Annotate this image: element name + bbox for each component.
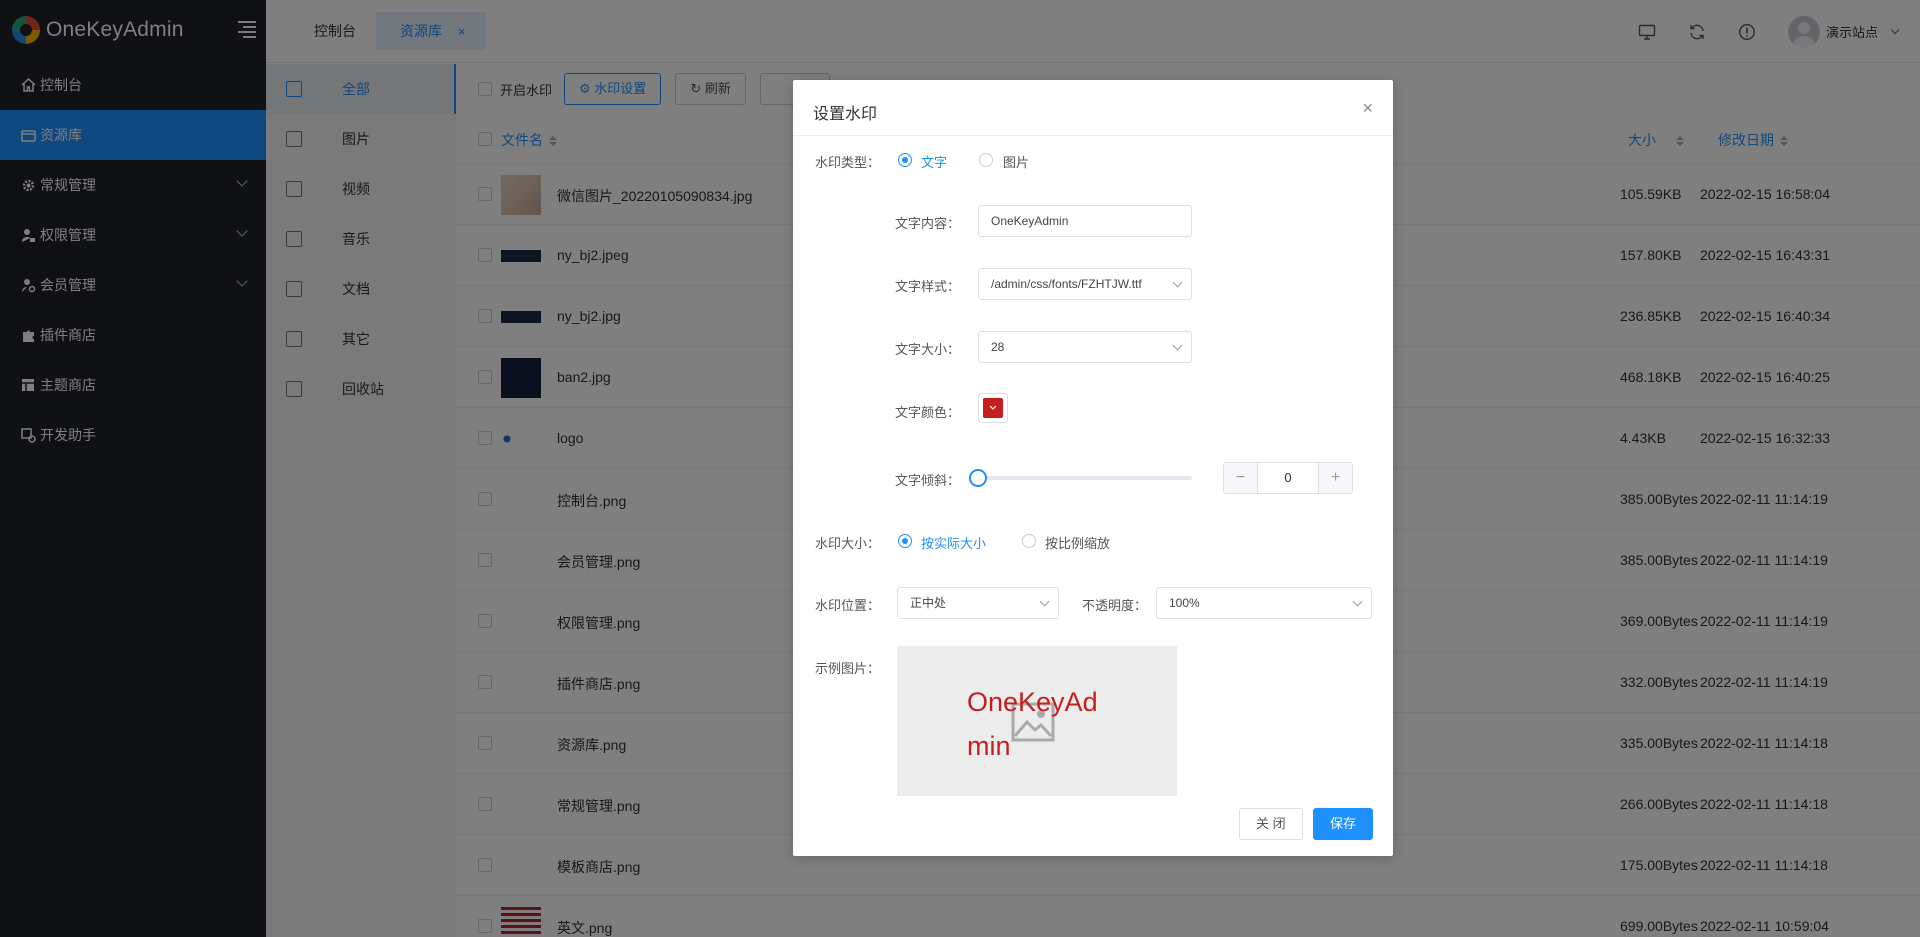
stepper-plus-button[interactable]: + <box>1318 463 1352 493</box>
opacity-label: 不透明度： <box>1082 598 1148 613</box>
chevron-down-icon <box>1352 596 1363 607</box>
text-size-value: 28 <box>991 340 1005 354</box>
save-button[interactable]: 保存 <box>1313 808 1374 840</box>
preview-watermark-text: OneKeyAdmin <box>967 687 1098 761</box>
cancel-button[interactable]: 关 闭 <box>1239 808 1303 840</box>
preview-label: 示例图片： <box>815 661 881 676</box>
text-style-value: /admin/css/fonts/FZHTJW.ttf <box>991 277 1142 291</box>
tilt-value[interactable]: 0 <box>1258 463 1318 493</box>
tilt-slider[interactable] <box>978 476 1192 480</box>
text-content-label: 文字内容： <box>895 216 961 231</box>
close-icon[interactable]: × <box>1362 99 1373 117</box>
dialog-header: 设置水印 × <box>793 80 1393 136</box>
chevron-down-icon <box>989 405 997 410</box>
type-image-radio[interactable] <box>979 153 993 167</box>
size-scale-radio[interactable] <box>1022 534 1036 548</box>
stepper-minus-button[interactable]: − <box>1224 463 1258 493</box>
tilt-stepper: − 0 + <box>1223 462 1353 494</box>
position-select[interactable]: 正中处 <box>897 587 1059 619</box>
tilt-slider-handle[interactable] <box>969 469 987 487</box>
text-size-select[interactable]: 28 <box>978 331 1192 363</box>
text-content-input[interactable]: OneKeyAdmin <box>978 205 1192 237</box>
text-color-label: 文字颜色： <box>895 405 961 420</box>
size-scale-label[interactable]: 按比例缩放 <box>1045 533 1110 552</box>
type-text-label[interactable]: 文字 <box>921 152 947 171</box>
size-actual-radio[interactable] <box>898 534 912 548</box>
text-tilt-label: 文字倾斜： <box>895 473 961 488</box>
type-text-radio[interactable] <box>898 153 912 167</box>
type-image-label[interactable]: 图片 <box>1003 152 1029 171</box>
watermark-size-label: 水印大小： <box>815 536 881 551</box>
watermark-type-label: 水印类型： <box>815 155 881 170</box>
size-actual-label[interactable]: 按实际大小 <box>921 533 986 552</box>
position-label: 水印位置： <box>815 598 881 613</box>
chevron-down-icon <box>1172 277 1183 288</box>
watermark-dialog: 设置水印 × 水印类型： 文字 图片 文字内容： OneKeyAdmin 文字样… <box>793 80 1393 856</box>
opacity-select[interactable]: 100% <box>1156 587 1372 619</box>
color-swatch <box>983 398 1003 418</box>
text-color-picker[interactable] <box>978 393 1008 423</box>
chevron-down-icon <box>1172 340 1183 351</box>
chevron-down-icon <box>1039 596 1050 607</box>
preview-image: OneKeyAdmin <box>897 646 1177 796</box>
dialog-title: 设置水印 <box>813 106 878 123</box>
position-value: 正中处 <box>910 596 947 610</box>
opacity-value: 100% <box>1169 596 1200 610</box>
text-size-label: 文字大小： <box>895 342 961 357</box>
text-style-select[interactable]: /admin/css/fonts/FZHTJW.ttf <box>978 268 1192 300</box>
text-style-label: 文字样式： <box>895 279 961 294</box>
